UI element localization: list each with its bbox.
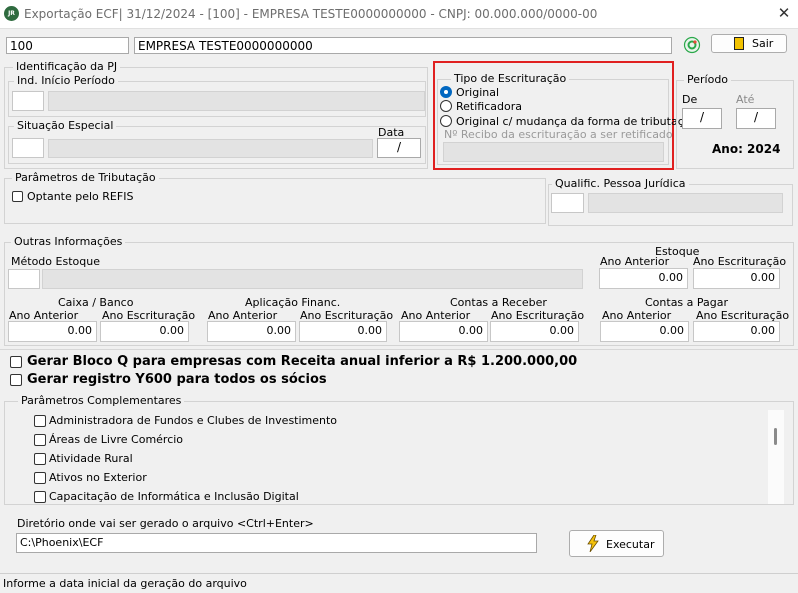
estoque-ano-anterior-label: Ano Anterior <box>600 255 670 268</box>
param-item-capacitacao[interactable]: Capacitação de Informática e Inclusão Di… <box>34 490 634 504</box>
recibo-placeholder: Nº Recibo da escrituração a ser retifica… <box>444 128 673 141</box>
situacao-desc-field <box>48 139 373 158</box>
param-item-fundos-label: Administradora de Fundos e Clubes de Inv… <box>49 414 338 427</box>
diretorio-field[interactable]: C:\Phoenix\ECF <box>16 533 537 553</box>
situacao-especial-legend: Situação Especial <box>14 119 117 132</box>
aplicacao-ano-anterior-field[interactable]: 0.00 <box>207 321 296 342</box>
radio-retificadora-circle[interactable] <box>440 100 452 112</box>
param-item-ativos-exterior[interactable]: Ativos no Exterior <box>34 471 634 485</box>
param-item-atividade-rural[interactable]: Atividade Rural <box>34 452 634 466</box>
lightning-icon <box>586 534 600 553</box>
qualific-desc-field <box>588 193 783 213</box>
radio-mudanca-tributacao[interactable]: Original c/ mudança da forma de tributaç… <box>440 115 697 129</box>
bloco-q-checkbox[interactable]: Gerar Bloco Q para empresas com Receita … <box>10 354 577 370</box>
inicio-periodo-desc-field <box>48 91 425 111</box>
y600-checkbox[interactable]: Gerar registro Y600 para todos os sócios <box>10 372 410 388</box>
pagar-title: Contas a Pagar <box>645 296 729 309</box>
company-code-field[interactable]: 100 <box>6 37 129 54</box>
receber-ano-escrituracao-field[interactable]: 0.00 <box>490 321 579 342</box>
param-item-capacitacao-label: Capacitação de Informática e Inclusão Di… <box>49 490 299 503</box>
situacao-data-field[interactable]: / <box>377 138 421 158</box>
qualific-code-field[interactable] <box>551 193 584 213</box>
exit-button[interactable]: Sair <box>711 34 787 53</box>
param-item-livre-comercio[interactable]: Áreas de Livre Comércio <box>34 433 634 447</box>
caixa-ano-escrituracao-field[interactable]: 0.00 <box>100 321 189 342</box>
diretorio-label: Diretório onde vai ser gerado o arquivo … <box>17 517 314 530</box>
tributacao-legend: Parâmetros de Tributação <box>12 171 159 184</box>
periodo-ate-field[interactable]: / <box>736 108 776 129</box>
exit-label: Sair <box>752 37 774 50</box>
metodo-estoque-label: Método Estoque <box>11 255 100 268</box>
complementares-scrollbar[interactable] <box>768 410 784 504</box>
caixa-banco-title: Caixa / Banco <box>58 296 134 309</box>
window-title: Exportação ECF| 31/12/2024 - [100] - EMP… <box>24 7 598 21</box>
param-item-atividade-rural-label: Atividade Rural <box>49 452 133 465</box>
ano-label: Ano: 2024 <box>712 142 781 156</box>
metodo-estoque-desc-field <box>42 269 583 289</box>
estoque-ano-anterior-field[interactable]: 0.00 <box>599 268 688 289</box>
executar-button[interactable]: Executar <box>569 530 664 557</box>
outras-legend: Outras Informações <box>11 235 126 248</box>
receber-ano-anterior-field[interactable]: 0.00 <box>399 321 488 342</box>
periodo-ate-label: Até <box>736 93 755 106</box>
radio-mudanca-label: Original c/ mudança da forma de tributaç… <box>456 115 698 128</box>
executar-label: Executar <box>606 538 655 551</box>
refresh-icon[interactable] <box>683 36 701 54</box>
exit-door-icon <box>734 37 744 50</box>
param-item-livre-comercio-label: Áreas de Livre Comércio <box>49 433 184 446</box>
param-item-livre-comercio-box[interactable] <box>34 434 46 446</box>
title-bar: JR Exportação ECF| 31/12/2024 - [100] - … <box>0 0 798 29</box>
close-icon[interactable]: ✕ <box>776 5 792 21</box>
bloco-q-checkbox-box[interactable] <box>10 356 22 368</box>
receber-title: Contas a Receber <box>450 296 547 309</box>
param-item-capacitacao-box[interactable] <box>34 491 46 503</box>
periodo-de-field[interactable]: / <box>682 108 722 129</box>
aplicacao-title: Aplicação Financ. <box>245 296 341 309</box>
pagar-ano-anterior-field[interactable]: 0.00 <box>600 321 689 342</box>
param-item-ativos-exterior-label: Ativos no Exterior <box>49 471 147 484</box>
caixa-ano-anterior-field[interactable]: 0.00 <box>8 321 97 342</box>
app-logo-icon: JR <box>4 6 19 21</box>
bloco-q-label: Gerar Bloco Q para empresas com Receita … <box>27 354 578 369</box>
refis-label: Optante pelo REFIS <box>27 190 134 203</box>
status-bar: Informe a data inicial da geração do arq… <box>0 573 798 593</box>
pagar-ano-escrituracao-field[interactable]: 0.00 <box>693 321 780 342</box>
escrituracao-legend: Tipo de Escrituração <box>451 72 570 85</box>
recibo-field[interactable] <box>443 142 664 162</box>
estoque-ano-escrituracao-label: Ano Escrituração <box>693 255 787 268</box>
scrollbar-thumb[interactable] <box>774 428 777 445</box>
situacao-code-field[interactable] <box>12 138 44 158</box>
refis-checkbox[interactable]: Optante pelo REFIS <box>12 190 212 204</box>
y600-label: Gerar registro Y600 para todos os sócios <box>27 372 327 387</box>
refis-checkbox-box[interactable] <box>12 191 23 202</box>
radio-retificadora-label: Retificadora <box>456 100 522 113</box>
param-item-fundos[interactable]: Administradora de Fundos e Clubes de Inv… <box>34 414 634 428</box>
param-item-fundos-box[interactable] <box>34 415 46 427</box>
estoque-ano-escrituracao-field[interactable]: 0.00 <box>693 268 780 289</box>
metodo-estoque-code-field[interactable] <box>8 269 40 289</box>
separator <box>0 349 798 350</box>
radio-original-circle[interactable] <box>440 86 452 98</box>
radio-mudanca-circle[interactable] <box>440 115 452 127</box>
periodo-de-label: De <box>682 93 698 106</box>
complementares-legend: Parâmetros Complementares <box>18 394 185 407</box>
radio-retificadora[interactable]: Retificadora <box>440 100 670 114</box>
radio-original[interactable]: Original <box>440 86 670 100</box>
aplicacao-ano-escrituracao-field[interactable]: 0.00 <box>299 321 387 342</box>
radio-original-label: Original <box>456 86 500 99</box>
status-text: Informe a data inicial da geração do arq… <box>3 577 247 590</box>
inicio-periodo-legend: Ind. Início Período <box>14 74 118 87</box>
param-item-ativos-exterior-box[interactable] <box>34 472 46 484</box>
param-item-atividade-rural-box[interactable] <box>34 453 46 465</box>
identificacao-legend: Identificação da PJ <box>13 60 121 73</box>
y600-checkbox-box[interactable] <box>10 374 22 386</box>
inicio-periodo-code-field[interactable] <box>12 91 44 111</box>
periodo-legend: Período <box>684 73 732 86</box>
qualific-legend: Qualific. Pessoa Jurídica <box>552 177 689 190</box>
company-name-field[interactable]: EMPRESA TESTE0000000000 <box>134 37 672 54</box>
